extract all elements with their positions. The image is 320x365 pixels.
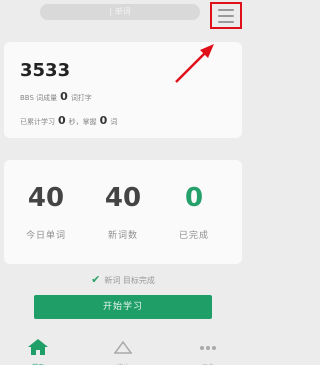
stat-completed: 0 已完成 bbox=[178, 183, 209, 241]
goal-status: ✔ 新词 目标完成 bbox=[91, 273, 155, 286]
bottom-tab-bar: 首页 统计 更多 bbox=[0, 332, 246, 365]
more-dots-icon bbox=[200, 346, 216, 350]
hamburger-menu-icon bbox=[218, 8, 234, 11]
chart-icon bbox=[114, 340, 132, 354]
tab-home[interactable]: 首页 bbox=[13, 338, 63, 365]
menu-button[interactable] bbox=[210, 2, 242, 29]
home-icon bbox=[28, 339, 48, 355]
search-bar[interactable]: | 单词 bbox=[40, 4, 200, 20]
checkmark-icon: ✔ bbox=[91, 273, 101, 286]
tab-stats[interactable]: 统计 bbox=[98, 338, 148, 365]
summary-line-1: BBS 词成量 0 词打字 bbox=[20, 90, 92, 103]
total-words-count: 3533 bbox=[20, 60, 71, 81]
red-arrow-annotation bbox=[175, 44, 214, 83]
stat-new-words: 40 新词数 bbox=[104, 183, 142, 241]
stat-today-words: 40 今日单词 bbox=[25, 183, 66, 241]
start-learning-button[interactable]: 开始学习 bbox=[34, 295, 212, 319]
stats-card: 40 今日单词 40 新词数 0 已完成 bbox=[4, 160, 242, 264]
tab-more[interactable]: 更多 bbox=[183, 338, 233, 365]
summary-line-2: 已累计学习 0 秒，掌握 0 词 bbox=[20, 114, 118, 127]
top-bar: | 单词 bbox=[0, 0, 246, 30]
